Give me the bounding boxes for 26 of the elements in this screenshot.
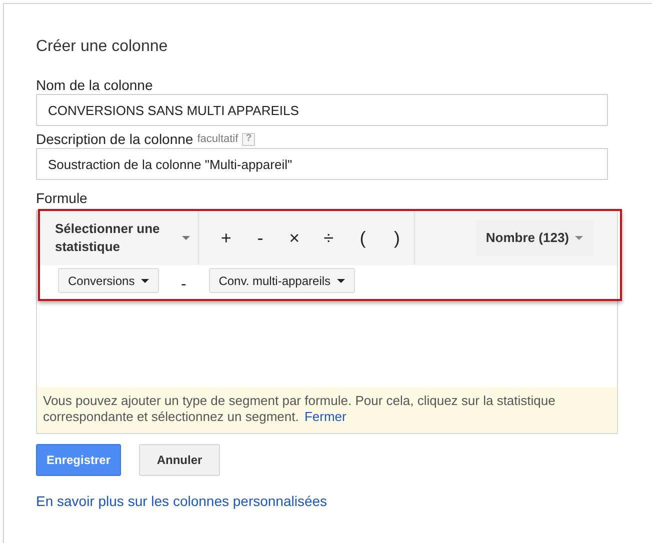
dialog-title: Créer une colonne [36, 37, 169, 57]
operator-symbol: - [180, 274, 188, 294]
cancel-button[interactable]: Annuler [139, 444, 220, 476]
operator-button[interactable]: ( [346, 224, 380, 252]
metric-chip[interactable]: Conversions [58, 268, 159, 293]
operator-button[interactable]: - [243, 224, 278, 252]
operator-button[interactable]: × [277, 224, 312, 252]
caret-icon [575, 236, 583, 240]
operator-button[interactable]: ÷ [312, 224, 346, 252]
caret-icon [182, 236, 190, 240]
field-label: Description de la colonne [36, 131, 194, 147]
caret-icon [336, 278, 345, 282]
description-field[interactable]: Soustraction de la colonne "Multi-appareil" [36, 148, 608, 180]
field-label: Formule [36, 190, 88, 206]
caret-icon [140, 278, 149, 282]
metric-chip[interactable]: Conv. multi-appareils [208, 268, 355, 293]
help-link[interactable]: En savoir plus sur les colonnes personnalisées [36, 493, 328, 509]
field-label: Nom de la colonne [36, 77, 154, 93]
operator-button[interactable]: ) [380, 224, 414, 252]
operator-button[interactable]: + [209, 224, 244, 252]
name-field[interactable]: CONVERSIONS SANS MULTI APPAREILS [36, 94, 608, 126]
optional-hint: facultatif [197, 132, 238, 147]
statistic-select[interactable]: Sélectionner une statistique [37, 211, 199, 265]
number-select[interactable]: Nombre (123) [476, 220, 593, 256]
close-link[interactable]: Fermer [304, 409, 346, 424]
info-note: Vous pouvez ajouter un type de segment par formule. Pour cela, cliquez sur la statistique correspondante et sélectionnez un segment. Fermer [37, 387, 617, 433]
